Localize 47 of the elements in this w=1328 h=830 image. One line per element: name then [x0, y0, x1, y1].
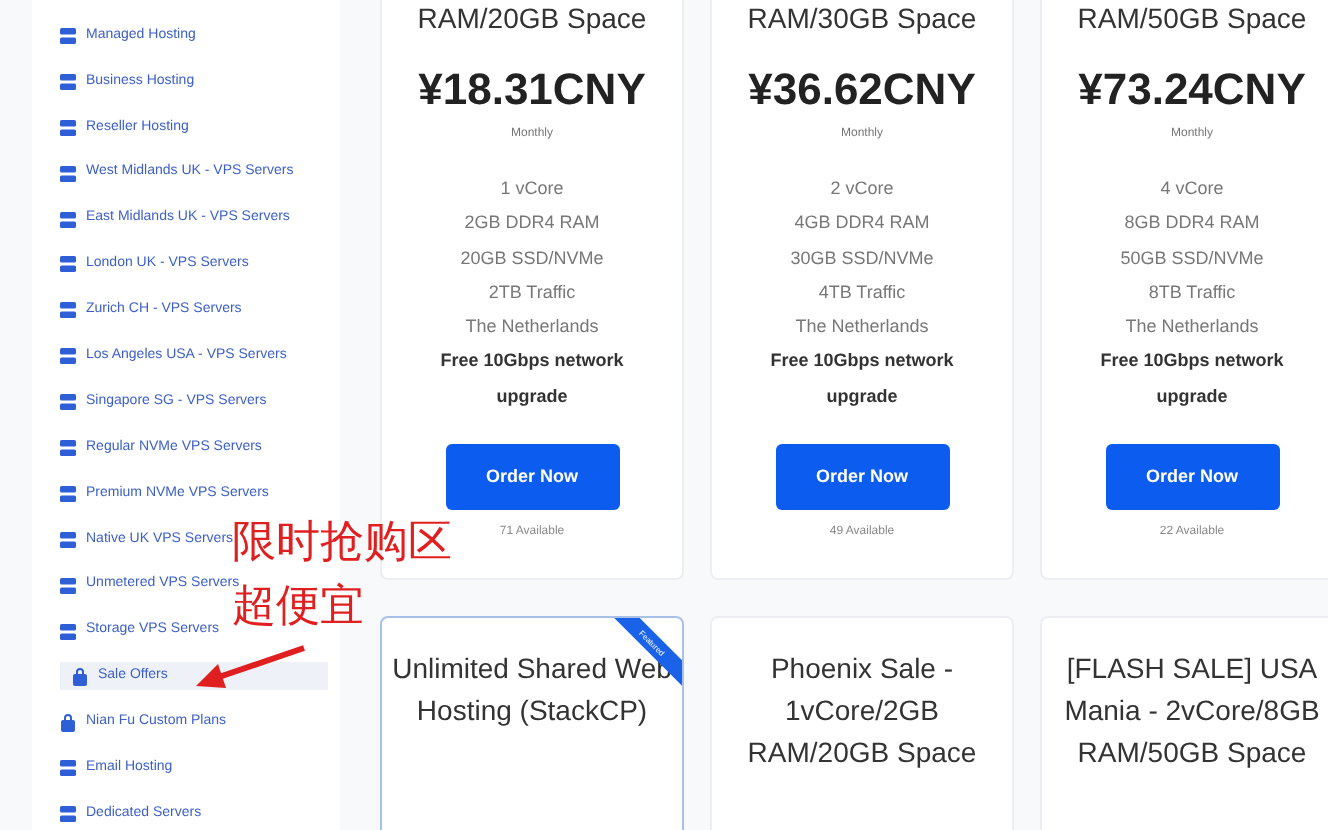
feature-text: 2 vCore [830, 176, 894, 202]
product-price: ¥73.24CNY [1078, 64, 1306, 116]
server-icon [60, 73, 76, 90]
feature-highlight: Free 10Gbps network upgrade [1098, 348, 1286, 410]
server-icon [60, 348, 76, 365]
product-title: RAM/30GB Space [747, 0, 977, 38]
feature-text: 4TB Traffic [818, 279, 906, 306]
arrow-icon [192, 644, 308, 692]
server-icon [60, 165, 76, 182]
annotation-text: 限时抢购区 [232, 514, 452, 570]
server-icon [60, 394, 76, 411]
order-now-button[interactable]: Order Now [775, 444, 949, 511]
order-now-button[interactable]: Order Now [1105, 444, 1279, 511]
feature-text: 50GB SSD/NVMe [1120, 245, 1264, 272]
feature-text: 1 vCore [500, 176, 564, 202]
server-icon [60, 577, 76, 594]
server-icon [60, 440, 76, 457]
server-icon [60, 256, 76, 273]
feature-text: The Netherlands [795, 314, 929, 341]
feature-text: 2TB Traffic [488, 279, 576, 306]
feature-highlight: Free 10Gbps network upgrade [438, 348, 626, 410]
server-icon [60, 302, 76, 319]
server-icon [60, 119, 76, 136]
order-now-button[interactable]: Order Now [445, 444, 619, 511]
product-title: Phoenix Sale - 1vCore/2GB RAM/20GB Space [745, 650, 979, 772]
product-price: ¥36.62CNY [748, 64, 976, 116]
feature-text: The Netherlands [1125, 314, 1259, 341]
product-price: ¥18.31CNY [418, 64, 646, 116]
server-icon [60, 623, 76, 640]
feature-text: 4 vCore [1160, 176, 1224, 202]
server-icon [60, 28, 76, 44]
feature-text: 8GB DDR4 RAM [1124, 210, 1260, 237]
server-icon [60, 211, 76, 228]
feature-highlight: Free 10Gbps network upgrade [768, 348, 956, 410]
server-icon [60, 806, 76, 823]
product-title: [FLASH SALE] USA Mania - 2vCore/8GB RAM/50GB Space [1062, 650, 1322, 772]
product-title: RAM/20GB Space [417, 0, 647, 38]
server-icon [60, 760, 76, 777]
feature-text: 20GB SSD/NVMe [460, 245, 604, 272]
product-title: RAM/50GB Space [1077, 0, 1307, 38]
feature-text: 2GB DDR4 RAM [464, 210, 600, 237]
feature-text: The Netherlands [465, 314, 599, 341]
feature-text: 4GB DDR4 RAM [794, 210, 930, 237]
server-icon [60, 531, 76, 548]
server-icon [60, 485, 76, 502]
feature-text: 8TB Traffic [1148, 279, 1236, 306]
feature-text: 30GB SSD/NVMe [790, 245, 934, 272]
